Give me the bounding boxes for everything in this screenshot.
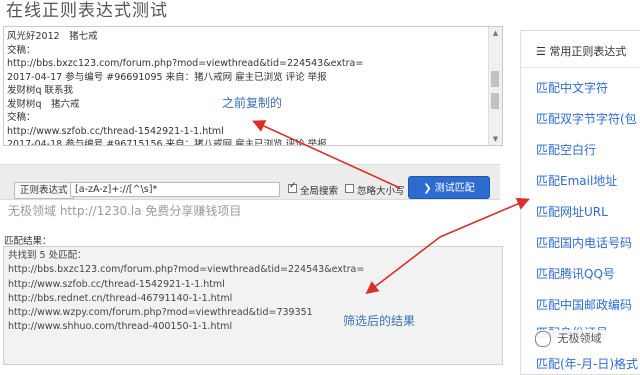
- annotation-arrows: [252, 120, 530, 294]
- arrow-to-result: [365, 236, 441, 294]
- arrow-to-url-item: [439, 197, 530, 238]
- arrow-to-source: [252, 120, 401, 189]
